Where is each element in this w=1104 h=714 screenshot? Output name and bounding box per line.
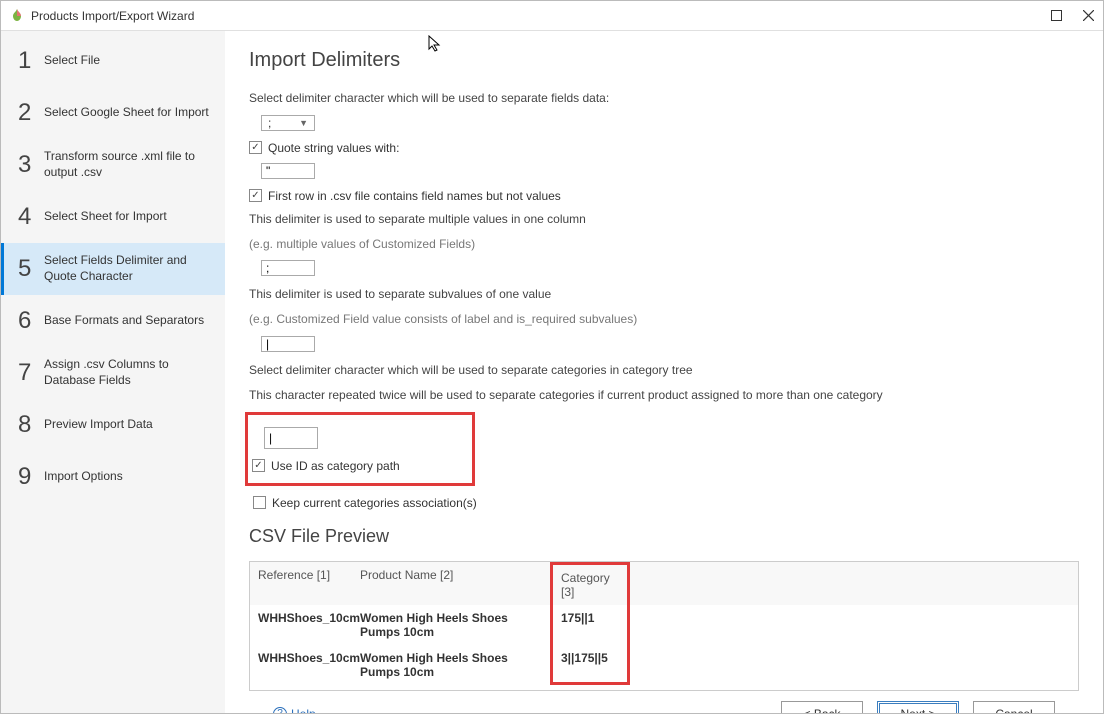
step-9[interactable]: 9Import Options xyxy=(1,451,225,503)
multi-value-text1: This delimiter is used to separate multi… xyxy=(249,211,1079,228)
step-5[interactable]: 5Select Fields Delimiter and Quote Chara… xyxy=(1,243,225,295)
first-row-checkbox[interactable]: ✓ xyxy=(249,189,262,202)
category-delimiter-text2: This character repeated twice will be us… xyxy=(249,387,1079,404)
csv-preview-table: Reference [1] Product Name [2] Category … xyxy=(249,561,1079,691)
quote-checkbox[interactable]: ✓ xyxy=(249,141,262,154)
category-delimiter-text1: Select delimiter character which will be… xyxy=(249,362,1079,379)
quote-char-input[interactable] xyxy=(261,163,315,179)
footer-bar: ? Help < Back Next > Cancel xyxy=(249,691,1079,713)
subvalue-text2: (e.g. Customized Field value consists of… xyxy=(249,311,1079,328)
step-7[interactable]: 7Assign .csv Columns to Database Fields xyxy=(1,347,225,399)
field-delimiter-select[interactable]: ; ▼ xyxy=(261,115,315,131)
delimiter-label: Select delimiter character which will be… xyxy=(249,90,1079,107)
page-title: Import Delimiters xyxy=(249,49,1079,72)
subvalue-delimiter-input[interactable] xyxy=(261,336,315,352)
window-controls xyxy=(1049,9,1095,23)
preview-header-product-name: Product Name [2] xyxy=(352,562,550,605)
help-link[interactable]: ? Help xyxy=(273,707,316,713)
titlebar: Products Import/Export Wizard xyxy=(1,1,1103,31)
maximize-icon[interactable] xyxy=(1049,9,1063,23)
preview-header-category: Category [3] xyxy=(550,562,630,605)
next-button[interactable]: Next > xyxy=(877,701,959,713)
keep-categories-label: Keep current categories association(s) xyxy=(272,496,477,510)
category-delimiter-input[interactable] xyxy=(264,427,318,449)
step-1[interactable]: 1Select File xyxy=(1,35,225,87)
keep-categories-checkbox[interactable] xyxy=(253,496,266,509)
cancel-button[interactable]: Cancel xyxy=(973,701,1055,713)
chevron-down-icon: ▼ xyxy=(299,118,312,128)
preview-header-reference: Reference [1] xyxy=(250,562,352,605)
app-icon xyxy=(9,8,25,24)
main-panel: Import Delimiters Select delimiter chara… xyxy=(225,31,1103,713)
step-6[interactable]: 6Base Formats and Separators xyxy=(1,295,225,347)
table-row: WHHShoes_10cm Women High Heels Shoes Pum… xyxy=(250,605,1078,645)
quote-label: Quote string values with: xyxy=(268,141,399,155)
step-8[interactable]: 8Preview Import Data xyxy=(1,399,225,451)
step-2[interactable]: 2Select Google Sheet for Import xyxy=(1,87,225,139)
preview-title: CSV File Preview xyxy=(249,526,1079,547)
step-4[interactable]: 4Select Sheet for Import xyxy=(1,191,225,243)
window-title: Products Import/Export Wizard xyxy=(31,9,1049,23)
wizard-steps-sidebar: 1Select File 2Select Google Sheet for Im… xyxy=(1,31,225,713)
use-id-label: Use ID as category path xyxy=(271,459,400,473)
preview-header-row: Reference [1] Product Name [2] Category … xyxy=(250,562,1078,605)
multi-value-delimiter-input[interactable] xyxy=(261,260,315,276)
first-row-label: First row in .csv file contains field na… xyxy=(268,189,561,203)
subvalue-text1: This delimiter is used to separate subva… xyxy=(249,286,1079,303)
use-id-checkbox[interactable]: ✓ xyxy=(252,459,265,472)
wizard-window: Products Import/Export Wizard 1Select Fi… xyxy=(0,0,1104,714)
table-row: WHHShoes_10cm Women High Heels Shoes Pum… xyxy=(250,645,1078,685)
back-button[interactable]: < Back xyxy=(781,701,863,713)
step-3[interactable]: 3Transform source .xml file to output .c… xyxy=(1,139,225,191)
close-icon[interactable] xyxy=(1081,9,1095,23)
help-icon: ? xyxy=(273,707,287,713)
category-delimiter-highlight: ✓ Use ID as category path xyxy=(245,412,475,486)
multi-value-text2: (e.g. multiple values of Customized Fiel… xyxy=(249,236,1079,253)
